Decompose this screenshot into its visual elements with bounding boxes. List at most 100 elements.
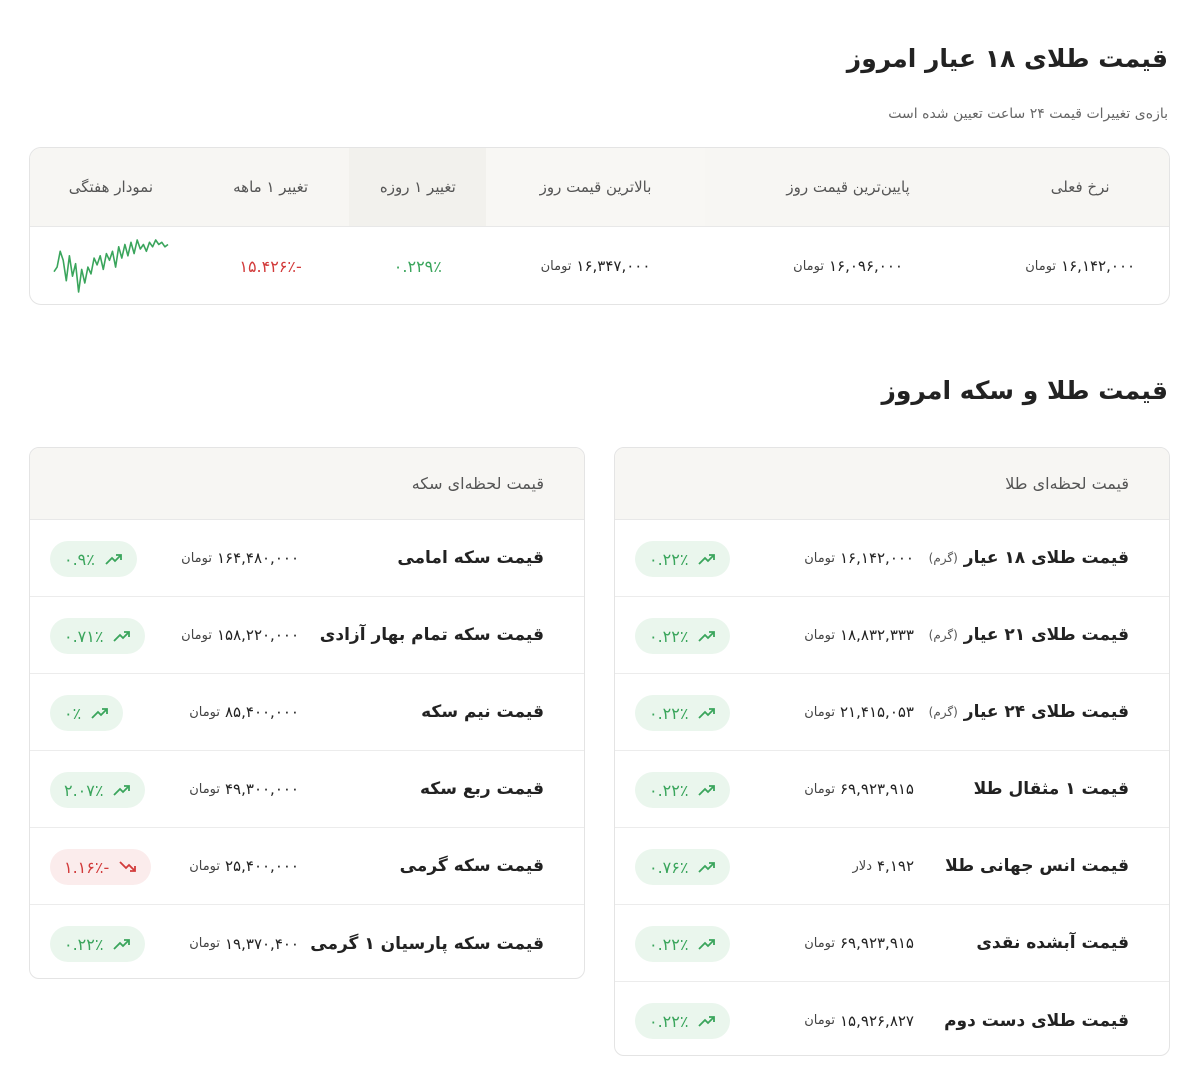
change-value: ۰.۲۲٪ [649,780,689,800]
trend-up-icon [698,708,716,719]
item-name-text: قیمت طلای ۲۱ عیار [963,625,1129,645]
item-name-text: قیمت طلای دست دوم [944,1010,1129,1031]
change-value: ۰.۲۲٪ [649,703,689,723]
trend-up-icon [698,939,716,950]
change-badge: ۰.۲۲٪ [635,772,731,808]
item-price: ۱۵۸,۲۲۰,۰۰۰ تومان [181,597,299,673]
change-value: ۰.۲۲٪ [649,1011,689,1031]
item-price-value: ۲۱,۴۱۵,۰۵۳ [840,703,914,721]
change-value: ۰.۷۱٪ [64,626,104,646]
coin-card-title: قیمت لحظه‌ای سکه [30,448,584,520]
cell-change-day: ۰.۲۲۹٪ [349,227,486,304]
item-price-value: ۴۹,۳۰۰,۰۰۰ [225,780,299,798]
item-name-text: قیمت نیم سکه [421,702,544,722]
item-price-value: ۱۹,۳۷۰,۴۰۰ [225,934,299,953]
price-row: قیمت ربع سکه ۴۹,۳۰۰,۰۰۰ تومان ۲.۰۷٪ [30,751,584,828]
header-change-day: تغییر ۱ روزه [349,148,487,226]
item-currency: تومان [804,550,835,566]
change-badge: ۰.۲۲٪ [635,1003,731,1039]
item-name: قیمت طلای ۲۴ عیار (گرم) [929,674,1129,750]
item-unit: (گرم) [928,551,958,565]
trend-up-icon [698,554,716,565]
item-name: قیمت طلای ۱۸ عیار (گرم) [929,520,1129,596]
high-currency: تومان [540,258,572,274]
change-badge: ۰.۲۲٪ [50,926,146,962]
item-name: قیمت طلای دست دوم [938,982,1129,1055]
summary-row: ۱۶,۱۴۲,۰۰۰ تومان ۱۶,۰۹۶,۰۰۰ تومان ۱۶,۳۴۷… [30,227,1169,304]
item-name: قیمت ربع سکه [414,751,544,827]
trend-up-icon [698,862,716,873]
item-price: ۱۶,۱۴۲,۰۰۰ تومان [804,520,914,596]
item-price: ۱۶۴,۴۸۰,۰۰۰ تومان [181,520,299,596]
price-row: قیمت طلای ۲۱ عیار (گرم) ۱۸,۸۳۲,۳۳۳ تومان ۰.۲… [615,597,1169,674]
item-unit: (گرم) [928,705,958,719]
item-price-value: ۲۵,۴۰۰,۰۰۰ [225,857,299,875]
item-currency: تومان [189,781,220,797]
sparkline-path [53,239,169,293]
change-badge: ۰.۹٪ [50,541,137,577]
item-name-text: قیمت ربع سکه [420,779,544,799]
cell-low: ۱۶,۰۹۶,۰۰۰ تومان [705,227,992,304]
item-price-value: ۱۸,۸۳۲,۳۳۳ [840,626,914,644]
header-change-month: تغییر ۱ ماهه [233,178,309,196]
change-value: ۲.۰۷٪ [64,780,104,800]
page-subtitle: بازه‌ی تغییرات قیمت ۲۴ ساعت تعیین شده اس… [888,106,1168,122]
item-name: قیمت نیم سکه [415,674,544,750]
change-badge: ۰.۷۱٪ [50,618,146,654]
price-row: قیمت سکه گرمی ۲۵,۴۰۰,۰۰۰ تومان -۱.۱۶٪ [30,828,584,905]
item-currency: تومان [189,704,220,720]
high-price: ۱۶,۳۴۷,۰۰۰ [576,257,651,275]
current-currency: تومان [1025,258,1057,274]
item-name-text: قیمت طلای ۱۸ عیار [963,548,1129,568]
item-price: ۲۱,۴۱۵,۰۵۳ تومان [804,674,914,750]
header-low: پایین‌ترین قیمت روز [786,178,910,196]
item-currency: تومان [189,936,220,951]
item-price-value: ۱۵,۹۲۶,۸۲۷ [840,1011,914,1030]
item-name-text: قیمت سکه پارسیان ۱ گرمی [310,933,544,954]
change-value: ۰٪ [64,703,82,723]
price-row: قیمت ۱ مثقال طلا ۶۹,۹۲۳,۹۱۵ تومان ۰.۲۲٪ [615,751,1169,828]
header-high: بالاترین قیمت روز [486,148,705,226]
item-name-text: قیمت ۱ مثقال طلا [973,779,1129,799]
change-value: ۰.۲۲٪ [649,934,689,954]
item-price-value: ۸۵,۴۰۰,۰۰۰ [225,703,299,721]
item-name: قیمت سکه پارسیان ۱ گرمی [304,905,544,978]
price-row: قیمت انس جهانی طلا ۴,۱۹۲ دلار ۰.۷۶٪ [615,828,1169,905]
section-title: قیمت طلا و سکه امروز [881,376,1169,405]
page-title: قیمت طلای ۱۸ عیار امروز [846,44,1168,73]
change-value: ۰.۹٪ [64,549,95,569]
price-row: قیمت سکه پارسیان ۱ گرمی ۱۹,۳۷۰,۴۰۰ تومان ۰.… [30,905,584,978]
gold-rows: قیمت طلای ۱۸ عیار (گرم) ۱۶,۱۴۲,۰۰۰ تومان ۰.۲… [615,520,1169,1055]
trend-up-icon [113,631,131,642]
price-row: قیمت طلای ۱۸ عیار (گرم) ۱۶,۱۴۲,۰۰۰ تومان ۰.۲… [615,520,1169,597]
header-weekly-chart: نمودار هفتگی [68,178,153,196]
item-price: ۴۹,۳۰۰,۰۰۰ تومان [189,751,299,827]
change-month-value: -۱۵.۴۲۶٪ [239,256,302,276]
item-price: ۲۵,۴۰۰,۰۰۰ تومان [189,828,299,904]
item-price: ۸۵,۴۰۰,۰۰۰ تومان [189,674,299,750]
item-currency: تومان [804,627,835,643]
trend-up-icon [698,631,716,642]
item-name: قیمت سکه تمام بهار آزادی [314,597,544,673]
item-name-text: قیمت سکه امامی [397,548,544,568]
item-currency: دلار [852,858,872,874]
trend-up-icon [698,785,716,796]
coin-card: قیمت لحظه‌ای سکه قیمت سکه امامی ۱۶۴,۴۸۰,۰… [29,447,585,979]
price-row: قیمت طلای ۲۴ عیار (گرم) ۲۱,۴۱۵,۰۵۳ تومان ۰.۲… [615,674,1169,751]
item-name-text: قیمت سکه گرمی [399,856,544,876]
change-badge: ۰.۲۲٪ [635,618,731,654]
change-badge: ۰.۲۲٪ [635,926,731,962]
item-name: قیمت طلای ۲۱ عیار (گرم) [929,597,1129,673]
item-name-text: قیمت سکه تمام بهار آزادی [319,625,544,645]
change-badge: ۰.۲۲٪ [635,695,731,731]
item-name: قیمت آبشده نقدی [970,905,1129,981]
change-value: ۰.۲۲٪ [649,626,689,646]
price-row: قیمت طلای دست دوم ۱۵,۹۲۶,۸۲۷ تومان ۰.۲۲٪ [615,982,1169,1055]
summary-header: نرخ فعلی پایین‌ترین قیمت روز بالاترین قی… [30,148,1169,227]
item-price: ۱۵,۹۲۶,۸۲۷ تومان [804,982,914,1055]
change-value: ۰.۲۲٪ [649,549,689,569]
cell-high: ۱۶,۳۴۷,۰۰۰ تومان [486,227,705,304]
trend-up-icon [105,554,122,565]
item-name-text: قیمت آبشده نقدی [976,933,1129,953]
gold-card: قیمت لحظه‌ای طلا قیمت طلای ۱۸ عیار (گرم) ۱… [614,447,1170,1056]
